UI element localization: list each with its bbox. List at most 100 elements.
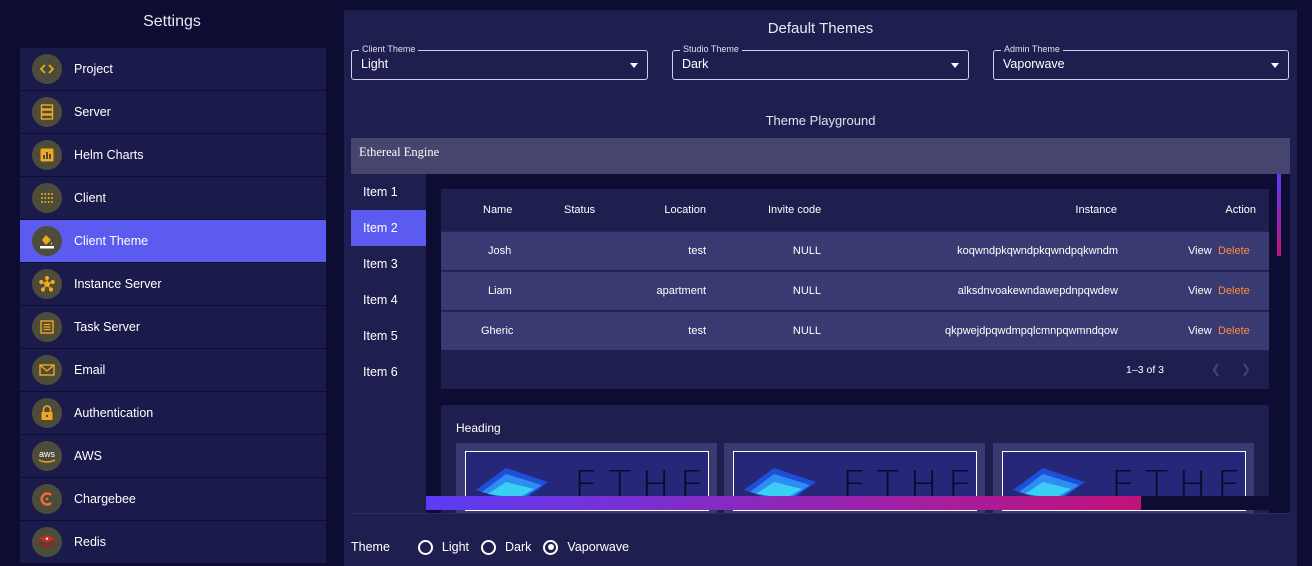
- theme-radio-group: Theme Light Dark Vaporwave: [351, 537, 641, 557]
- sidebar-item-aws[interactable]: aws AWS: [20, 435, 326, 477]
- lock-icon: [32, 398, 62, 428]
- playground-app-bar: Ethereal Engine: [351, 138, 1290, 174]
- cell-location: test: [688, 325, 706, 337]
- caret-down-icon: [1271, 63, 1279, 68]
- table-row: Gheric test NULL qkpwejdpqwdmpqlcmnpqwmn…: [441, 311, 1269, 350]
- cell-location: test: [688, 245, 706, 257]
- sidebar-item-label: Chargebee: [74, 492, 136, 506]
- sidebar-item-label: Project: [74, 62, 113, 76]
- sidebar-item-label: Client Theme: [74, 234, 149, 248]
- delete-link[interactable]: Delete: [1218, 245, 1250, 257]
- select-value: Dark: [682, 57, 709, 71]
- cell-location: apartment: [656, 285, 706, 297]
- sidebar-item-chargebee[interactable]: Chargebee: [20, 478, 326, 520]
- nav-item-3[interactable]: Item 3: [351, 246, 426, 282]
- radio-checked-icon[interactable]: [543, 539, 559, 555]
- playground-content: Name Status Location Invite code Instanc…: [426, 174, 1290, 514]
- nav-item-1[interactable]: Item 1: [351, 174, 426, 210]
- caret-down-icon: [630, 63, 638, 68]
- sidebar-item-helm-charts[interactable]: Helm Charts: [20, 134, 326, 176]
- view-link[interactable]: View: [1188, 245, 1212, 257]
- column-header-name[interactable]: Name: [483, 204, 512, 216]
- radio-label: Vaporwave: [567, 540, 630, 554]
- radio-vaporwave[interactable]: Vaporwave: [543, 539, 630, 555]
- sidebar-item-client[interactable]: Client: [20, 177, 326, 219]
- column-header-instance[interactable]: Instance: [1075, 204, 1117, 216]
- chargebee-logo-icon: [32, 484, 62, 514]
- caret-down-icon: [951, 63, 959, 68]
- list-icon: [32, 312, 62, 342]
- column-header-action[interactable]: Action: [1225, 204, 1256, 216]
- client-theme-select[interactable]: Client Theme Light: [351, 43, 648, 80]
- studio-theme-select[interactable]: Studio Theme Dark: [672, 43, 969, 80]
- select-legend: Studio Theme: [680, 43, 742, 55]
- sidebar-item-label: Instance Server: [74, 277, 162, 291]
- select-legend: Admin Theme: [1001, 43, 1063, 55]
- sidebar-item-label: Helm Charts: [74, 148, 144, 162]
- sidebar-item-label: Task Server: [74, 320, 140, 334]
- sidebar-item-label: Server: [74, 105, 111, 119]
- radio-unchecked-icon[interactable]: [481, 539, 497, 555]
- cell-instance: qkpwejdpqwdmpqlcmnpqwmndqow: [944, 325, 1118, 337]
- cell-name: Liam: [488, 285, 512, 297]
- horizontal-scrollbar-thumb[interactable]: [426, 496, 1141, 510]
- sidebar-item-client-theme[interactable]: Client Theme: [20, 220, 326, 262]
- column-header-status[interactable]: Status: [564, 204, 595, 216]
- cell-instance: alksdnvoakewndawepdnpqwdew: [957, 285, 1118, 297]
- settings-sidebar: Settings Project Server Helm Charts Clie…: [0, 0, 344, 566]
- select-value: Vaporwave: [1003, 57, 1065, 71]
- nav-item-5[interactable]: Item 5: [351, 318, 426, 354]
- sidebar-item-redis[interactable]: Redis: [20, 521, 326, 563]
- sidebar-item-label: AWS: [74, 449, 103, 463]
- radio-dark[interactable]: Dark: [481, 539, 532, 555]
- radio-unchecked-icon[interactable]: [417, 539, 433, 555]
- table-pagination: 1–3 of 3 ❮ ❯: [441, 351, 1269, 389]
- cell-name: Josh: [488, 245, 512, 257]
- delete-link[interactable]: Delete: [1218, 285, 1250, 297]
- column-header-invite-code[interactable]: Invite code: [768, 204, 821, 216]
- table-row: Liam apartment NULL alksdnvoakewndawepdn…: [441, 271, 1269, 310]
- vertical-scrollbar[interactable]: [1277, 174, 1281, 256]
- nav-item-4[interactable]: Item 4: [351, 282, 426, 318]
- sidebar-item-authentication[interactable]: Authentication: [20, 392, 326, 434]
- column-header-location[interactable]: Location: [664, 204, 706, 216]
- nav-item-6[interactable]: Item 6: [351, 354, 426, 390]
- divider: [351, 513, 1290, 514]
- cell-name: Gheric: [481, 325, 514, 337]
- nav-item-2[interactable]: Item 2: [351, 210, 426, 246]
- cell-invite-code: NULL: [792, 285, 821, 297]
- sidebar-item-instance-server[interactable]: Instance Server: [20, 263, 326, 305]
- sidebar-title: Settings: [143, 13, 201, 30]
- admin-theme-select[interactable]: Admin Theme Vaporwave: [993, 43, 1289, 80]
- sidebar-item-project[interactable]: Project: [20, 48, 326, 90]
- sidebar-item-label: Client: [74, 191, 106, 205]
- cell-invite-code: NULL: [792, 325, 821, 337]
- sidebar-item-email[interactable]: Email: [20, 349, 326, 391]
- sidebar-item-server[interactable]: Server: [20, 91, 326, 133]
- bar-chart-icon: [32, 140, 62, 170]
- view-link[interactable]: View: [1188, 325, 1212, 337]
- theme-playground: Ethereal Engine Item 1 Item 2 Item 3 Ite…: [351, 138, 1290, 514]
- chevron-right-icon[interactable]: ❯: [1241, 362, 1251, 376]
- radio-label: Dark: [505, 540, 532, 554]
- delete-link[interactable]: Delete: [1218, 325, 1250, 337]
- chevron-left-icon[interactable]: ❮: [1211, 362, 1221, 376]
- sidebar-item-task-server[interactable]: Task Server: [20, 306, 326, 348]
- code-icon: [32, 54, 62, 84]
- sidebar-item-label: Authentication: [74, 406, 154, 420]
- sidebar-item-label: Email: [74, 363, 106, 377]
- radio-light[interactable]: Light: [417, 539, 470, 555]
- main-panel: Default Themes Client Theme Light Studio…: [344, 10, 1297, 566]
- radio-label: Light: [441, 540, 470, 554]
- grid-icon: [32, 183, 62, 213]
- cell-instance: koqwndpkqwndpkqwndpqkwndm: [957, 245, 1118, 257]
- cell-invite-code: NULL: [792, 245, 821, 257]
- page-title: Default Themes: [767, 20, 874, 37]
- pagination-range: 1–3 of 3: [1126, 364, 1164, 376]
- horizontal-scrollbar[interactable]: [426, 496, 1290, 510]
- select-legend: Client Theme: [359, 43, 419, 55]
- svg-text:aws: aws: [39, 449, 56, 459]
- sidebar-item-label: Redis: [74, 535, 106, 549]
- table-row: Josh test NULL koqwndpkqwndpkqwndpqkwndm…: [441, 231, 1269, 270]
- view-link[interactable]: View: [1188, 285, 1212, 297]
